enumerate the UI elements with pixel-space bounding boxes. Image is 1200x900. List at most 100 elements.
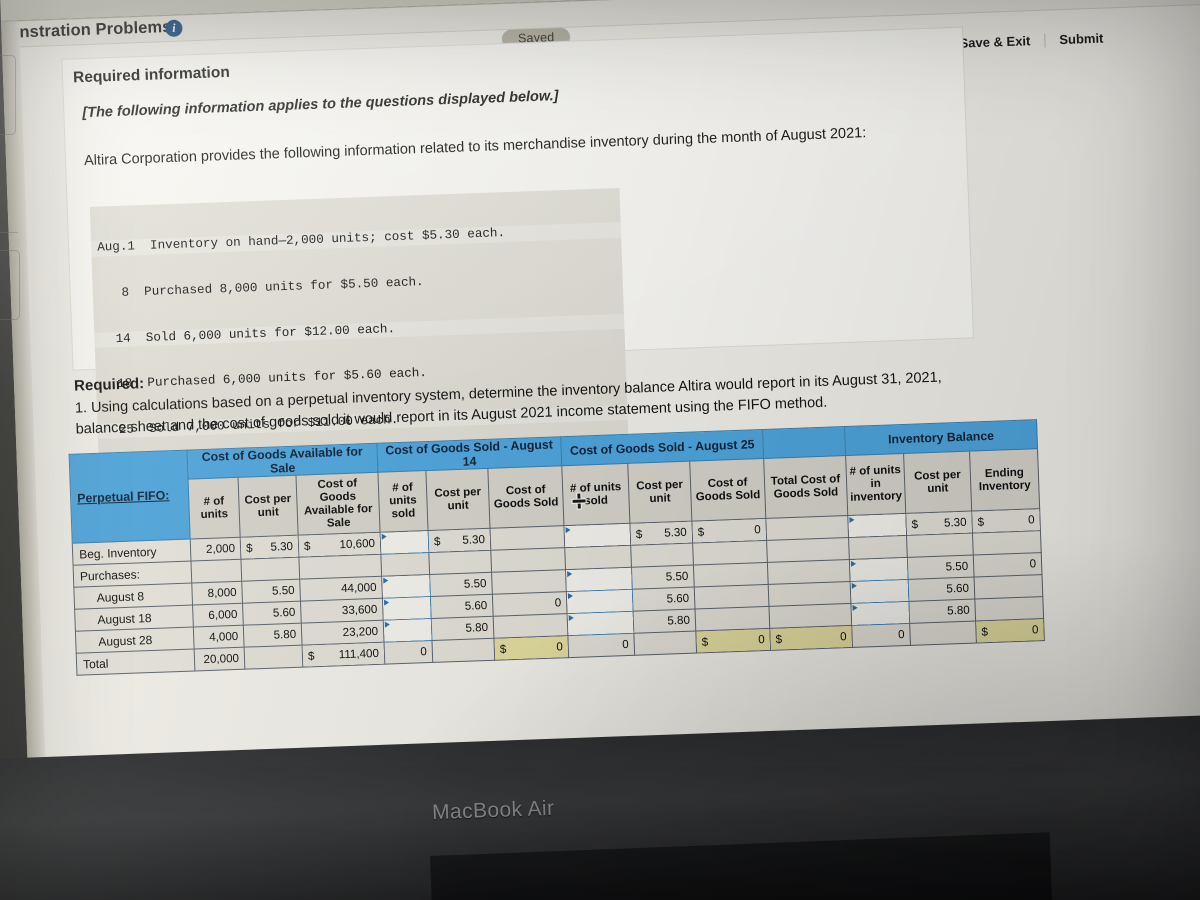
photographed-laptop-screen: ttps%253A%252F%252Fblackboard.american.e… xyxy=(0,0,1200,900)
device-model-label: MacBook Air xyxy=(431,796,555,825)
sheet-corner-label: Perpetual FIFO: xyxy=(69,450,191,544)
cell-a25-cost-per-unit xyxy=(630,543,694,568)
col-total-cogs: Total Cost of Goods Sold xyxy=(763,455,848,519)
cell-avail-cost-per-unit xyxy=(244,645,303,670)
cell-total-cogs xyxy=(768,603,852,629)
cell-a25-cogs xyxy=(695,606,770,632)
cell-a14-cost-per-unit xyxy=(428,550,492,575)
cell-ending-inventory: 0 xyxy=(973,552,1043,578)
cell-a25-cogs xyxy=(693,562,769,588)
background-window-sliver-bottom xyxy=(0,250,20,320)
col-inv-cost-per-unit: Cost per unit xyxy=(903,451,972,514)
input-inv-units[interactable] xyxy=(847,513,907,538)
cell-a25-cost-per-unit: 5.30 xyxy=(629,521,693,546)
cell-avail-cost-per-unit xyxy=(240,557,300,582)
cell-a14-cost-per-unit: 5.30 xyxy=(428,528,491,553)
page-title: nstration Problems xyxy=(19,17,172,42)
intro-paragraph: Altira Corporation provides the followin… xyxy=(83,125,867,170)
input-inv-units[interactable] xyxy=(850,579,909,604)
cell-inv-cost-per-unit: 5.60 xyxy=(908,577,975,602)
page-left-gutter xyxy=(1,21,47,802)
fact-line: 8 Purchased 8,000 units for $5.50 each. xyxy=(98,275,424,301)
cell-a25-units-sold: 0 xyxy=(567,633,635,658)
input-a14-units-sold[interactable] xyxy=(382,596,432,621)
col-a25-cogs: Cost of Goods Sold xyxy=(689,458,766,522)
cell-a14-units-sold: 0 xyxy=(384,640,433,665)
background-window-sliver-mid xyxy=(0,230,18,233)
cell-avail-total: 23,200 xyxy=(301,620,385,646)
input-a14-units-sold[interactable] xyxy=(381,574,431,599)
cell-a14-cogs xyxy=(491,569,567,595)
cell-ending-inventory-total: 0 xyxy=(975,618,1045,643)
cell-a25-cost-per-unit: 5.50 xyxy=(631,565,695,590)
cell-avail-units: 20,000 xyxy=(194,647,245,671)
cell-a25-units-sold xyxy=(564,545,632,570)
row-label: Total xyxy=(76,648,195,676)
cell-avail-cost-per-unit: 5.60 xyxy=(242,601,302,626)
cell-avail-total: 33,600 xyxy=(300,598,384,624)
cell-inv-cost-per-unit: 5.50 xyxy=(907,555,975,580)
cell-a25-cost-per-unit: 5.80 xyxy=(633,609,696,634)
cell-total-cogs xyxy=(767,559,851,585)
col-a25-cost-per-unit: Cost per unit xyxy=(627,461,692,524)
cell-a25-cost-per-unit xyxy=(633,631,697,656)
input-a25-units-sold[interactable] xyxy=(567,611,634,636)
background-window-sliver-top xyxy=(0,55,16,135)
cell-a14-cogs: 0 xyxy=(492,591,568,617)
screen-content: ttps%253A%252F%252Fblackboard.american.e… xyxy=(0,0,1200,802)
cell-a25-cogs xyxy=(692,540,768,566)
cell-a14-cost-per-unit: 5.60 xyxy=(430,594,494,619)
cell-a14-units-sold xyxy=(380,552,430,577)
cell-inv-cost-per-unit xyxy=(909,621,977,646)
cell-avail-total xyxy=(298,554,382,580)
submit-button[interactable]: Submit xyxy=(1045,30,1118,48)
info-icon[interactable]: i xyxy=(165,19,183,38)
cell-avail-total: 44,000 xyxy=(299,576,383,602)
cell-avail-units: 4,000 xyxy=(193,625,245,649)
required-information-card: Required information [The following info… xyxy=(62,27,973,567)
fact-line: Aug.1 Inventory on hand—2,000 units; cos… xyxy=(90,222,622,257)
cell-avail-cost-per-unit: 5.30 xyxy=(240,535,299,560)
input-a14-units-sold[interactable] xyxy=(383,618,432,643)
col-a14-units-sold: # of units sold xyxy=(377,470,429,533)
col-a14-cost-per-unit: Cost per unit xyxy=(425,468,490,531)
cell-ending-inventory xyxy=(974,574,1043,600)
cell-avail-units xyxy=(190,559,242,584)
cell-inv-cost-per-unit: 5.80 xyxy=(908,599,976,624)
cell-a25-cogs-total: 0 xyxy=(695,628,771,654)
mouse-cursor xyxy=(572,493,586,508)
cell-total-cogs xyxy=(765,515,849,541)
input-inv-units[interactable] xyxy=(850,601,910,626)
required-information-heading: Required information xyxy=(72,63,231,87)
input-a25-units-sold[interactable] xyxy=(565,567,633,592)
cell-a25-cogs xyxy=(694,584,769,610)
cell-a14-cogs xyxy=(489,525,565,551)
cell-ending-inventory xyxy=(974,596,1044,622)
cell-a14-cogs xyxy=(493,613,568,639)
cell-inv-cost-per-unit xyxy=(906,533,974,558)
col-inv-units: # of units in inventory xyxy=(845,453,906,516)
input-a25-units-sold[interactable] xyxy=(563,523,631,548)
cell-avail-cost-per-unit: 5.50 xyxy=(241,579,301,604)
cell-avail-cost-per-unit: 5.80 xyxy=(243,623,303,648)
perpetual-fifo-worksheet: Perpetual FIFO: Cost of Goods Available … xyxy=(69,419,1045,676)
cell-a14-cogs-total: 0 xyxy=(493,635,569,661)
input-a25-units-sold[interactable] xyxy=(566,589,634,614)
cell-ending-inventory xyxy=(972,530,1042,556)
col-a14-cogs: Cost of Goods Sold xyxy=(487,465,564,529)
input-a14-units-sold[interactable] xyxy=(380,530,429,555)
cell-avail-units: 8,000 xyxy=(191,581,243,606)
cell-total-cogs: 0 xyxy=(769,625,853,651)
fact-line: 14 Sold 6,000 units for $12.00 each. xyxy=(94,313,625,348)
applies-note: [The following information applies to th… xyxy=(82,88,559,122)
cell-inv-cost-per-unit: 5.30 xyxy=(905,511,973,536)
cell-avail-total: 111,400 xyxy=(302,642,385,668)
perpetual-fifo-label: Perpetual FIFO: xyxy=(76,488,170,506)
cell-avail-total: 10,600 xyxy=(298,532,381,558)
cell-inv-units: 0 xyxy=(851,623,911,648)
col-avail-total: Cost of Goods Available for Sale xyxy=(295,472,381,536)
input-inv-units[interactable] xyxy=(849,557,909,582)
col-avail-units: # of units xyxy=(188,477,241,540)
cell-a25-cost-per-unit: 5.60 xyxy=(632,587,696,612)
cell-ending-inventory: 0 xyxy=(971,508,1041,534)
